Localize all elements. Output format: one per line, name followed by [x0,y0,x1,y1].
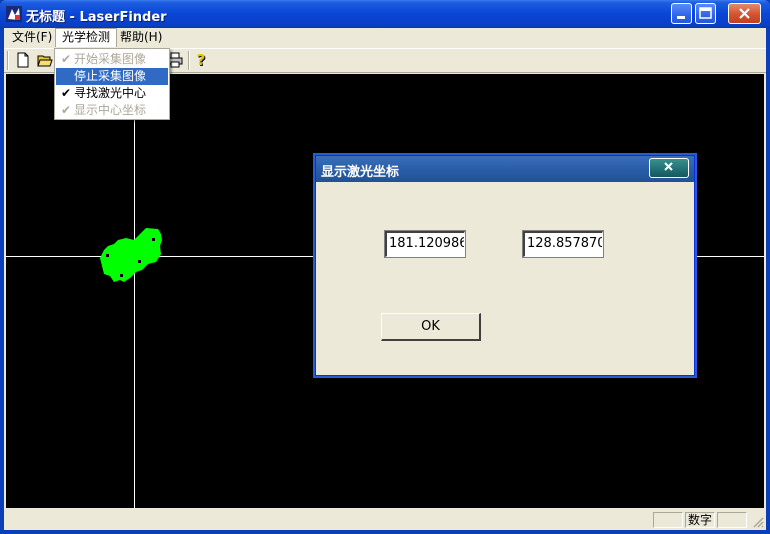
laser-coords-dialog: 显示激光坐标 181.120986 128.857870 OK [315,155,695,376]
application-window: 无标题 - LaserFinder 文件(F) 光学检测 帮助(H) ? ? 数… [0,0,770,534]
menu-item-label: 开始采集图像 [74,52,147,66]
app-icon [6,6,22,22]
check-icon: ✔ [60,103,72,117]
resize-grip-icon[interactable] [752,516,764,528]
open-folder-icon[interactable] [37,52,53,68]
maximize-button[interactable] [695,3,716,24]
title-bar[interactable]: 无标题 - LaserFinder [0,0,770,28]
status-pane-1 [653,512,683,528]
svg-text:?: ? [197,52,206,68]
maximize-icon [699,7,712,19]
dialog-close-button[interactable] [649,158,689,178]
menu-item-label: 显示中心坐标 [74,103,147,117]
help-icon[interactable]: ? ? [194,52,210,68]
optical-detection-dropdown: ✔ 开始采集图像 停止采集图像 ✔ 寻找激光中心 ✔ 显示中心坐标 [54,48,170,120]
menu-optical-detection[interactable]: 光学检测 [55,28,118,47]
menu-file[interactable]: 文件(F) [6,28,58,47]
toolbar-grip [7,51,9,70]
close-icon [664,162,673,171]
menu-start-capture[interactable]: ✔ 开始采集图像 [56,51,168,68]
minimize-button[interactable] [671,3,692,24]
minimize-icon [677,16,685,19]
window-title: 无标题 - LaserFinder [26,10,167,25]
check-icon: ✔ [60,52,72,66]
toolbar-separator [188,51,190,70]
dialog-title-bar[interactable]: 显示激光坐标 [316,156,694,182]
menu-bar: 文件(F) 光学检测 帮助(H) [4,28,766,47]
dialog-title: 显示激光坐标 [321,165,400,180]
crosshair-vertical [134,74,135,508]
ok-button[interactable]: OK [381,313,481,341]
menu-help[interactable]: 帮助(H) [114,28,168,47]
status-pane-num: 数字 [685,512,715,528]
close-icon [739,8,750,19]
status-bar: 数字 [4,510,766,530]
check-icon: ✔ [60,86,72,100]
menu-item-label: 停止采集图像 [74,69,147,83]
laser-spot [100,228,162,282]
y-coordinate-field[interactable]: 128.857870 [523,231,603,257]
x-coordinate-field[interactable]: 181.120986 [385,231,465,257]
menu-find-laser-center[interactable]: ✔ 寻找激光中心 [56,85,168,102]
status-pane-3 [717,512,747,528]
menu-stop-capture[interactable]: 停止采集图像 [56,68,168,85]
dialog-body: 181.120986 128.857870 OK [318,182,692,373]
close-button[interactable] [728,3,761,24]
new-file-icon[interactable] [15,52,31,68]
menu-show-center-coords[interactable]: ✔ 显示中心坐标 [56,102,168,119]
menu-item-label: 寻找激光中心 [74,86,147,100]
